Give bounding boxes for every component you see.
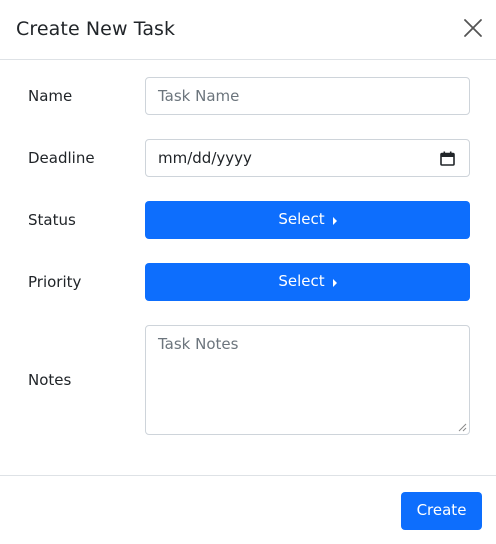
modal-footer: Create xyxy=(0,475,496,544)
modal-header: Create New Task xyxy=(0,0,496,60)
resize-grip-icon[interactable] xyxy=(458,423,467,432)
caret-right-icon xyxy=(332,217,337,225)
priority-select-button[interactable]: Select xyxy=(145,263,470,301)
close-icon xyxy=(464,19,482,37)
deadline-label: Deadline xyxy=(28,149,95,167)
task-name-placeholder: Task Name xyxy=(158,87,240,105)
task-notes-textarea[interactable]: Task Notes xyxy=(145,325,470,435)
name-label: Name xyxy=(28,87,73,105)
deadline-date-input[interactable]: mm/dd/yyyy xyxy=(145,139,470,177)
close-button[interactable] xyxy=(462,17,484,39)
task-notes-placeholder: Task Notes xyxy=(158,335,239,353)
priority-select-label: Select xyxy=(278,272,325,290)
create-task-modal: Create New Task Name Task Name Deadline … xyxy=(0,0,496,544)
calendar-icon[interactable] xyxy=(440,151,455,166)
task-name-input[interactable]: Task Name xyxy=(145,77,470,115)
caret-right-icon xyxy=(332,279,337,287)
create-button-label: Create xyxy=(416,501,467,519)
deadline-value: mm/dd/yyyy xyxy=(158,149,252,167)
status-label: Status xyxy=(28,211,76,229)
status-select-label: Select xyxy=(278,210,325,228)
status-select-button[interactable]: Select xyxy=(145,201,470,239)
priority-label: Priority xyxy=(28,273,82,291)
create-button[interactable]: Create xyxy=(401,492,482,530)
modal-title: Create New Task xyxy=(16,18,176,40)
notes-label: Notes xyxy=(28,371,72,389)
